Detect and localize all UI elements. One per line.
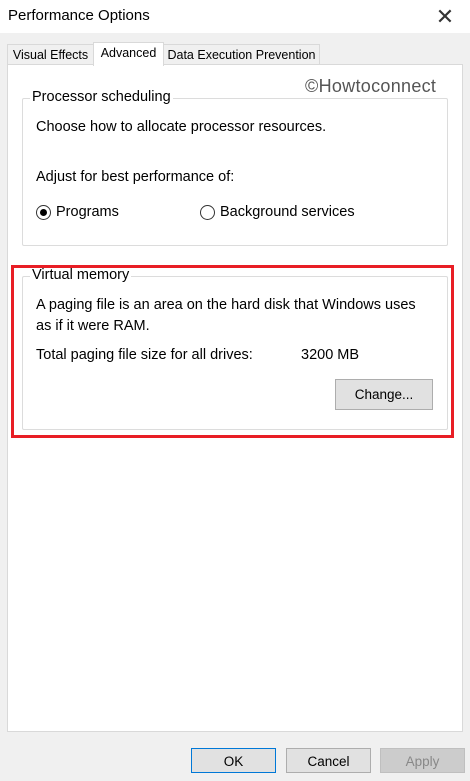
programs-radio-label[interactable]: Programs [56,204,119,220]
programs-radio[interactable] [36,205,51,220]
total-paging-size-value: 3200 MB [301,347,360,363]
apply-button[interactable]: Apply [380,748,465,773]
tab-advanced[interactable]: Advanced [93,42,164,66]
processor-scheduling-description: Choose how to allocate processor resourc… [36,119,327,135]
watermark-text: ©Howtoconnect [305,76,437,96]
cancel-button[interactable]: Cancel [286,748,371,773]
processor-scheduling-legend: Processor scheduling [30,89,173,105]
background-services-radio[interactable] [200,205,215,220]
radio-selected-dot [40,209,47,216]
tab-strip: Visual Effects Advanced Data Execution P… [0,33,470,66]
title-bar: Performance Options ✕ [0,0,470,33]
change-button[interactable]: Change... [335,379,433,410]
total-paging-size-label: Total paging file size for all drives: [36,347,253,363]
tab-visual-effects[interactable]: Visual Effects [7,44,94,65]
tab-data-execution-prevention[interactable]: Data Execution Prevention [163,44,320,65]
virtual-memory-description-line1: A paging file is an area on the hard dis… [36,297,416,313]
window-title: Performance Options [8,7,150,24]
ok-button[interactable]: OK [191,748,276,773]
virtual-memory-legend: Virtual memory [30,267,132,283]
close-icon[interactable]: ✕ [432,4,458,30]
adjust-performance-label: Adjust for best performance of: [36,169,235,185]
background-services-radio-label[interactable]: Background services [220,204,355,220]
virtual-memory-description-line2: as if it were RAM. [36,318,150,334]
